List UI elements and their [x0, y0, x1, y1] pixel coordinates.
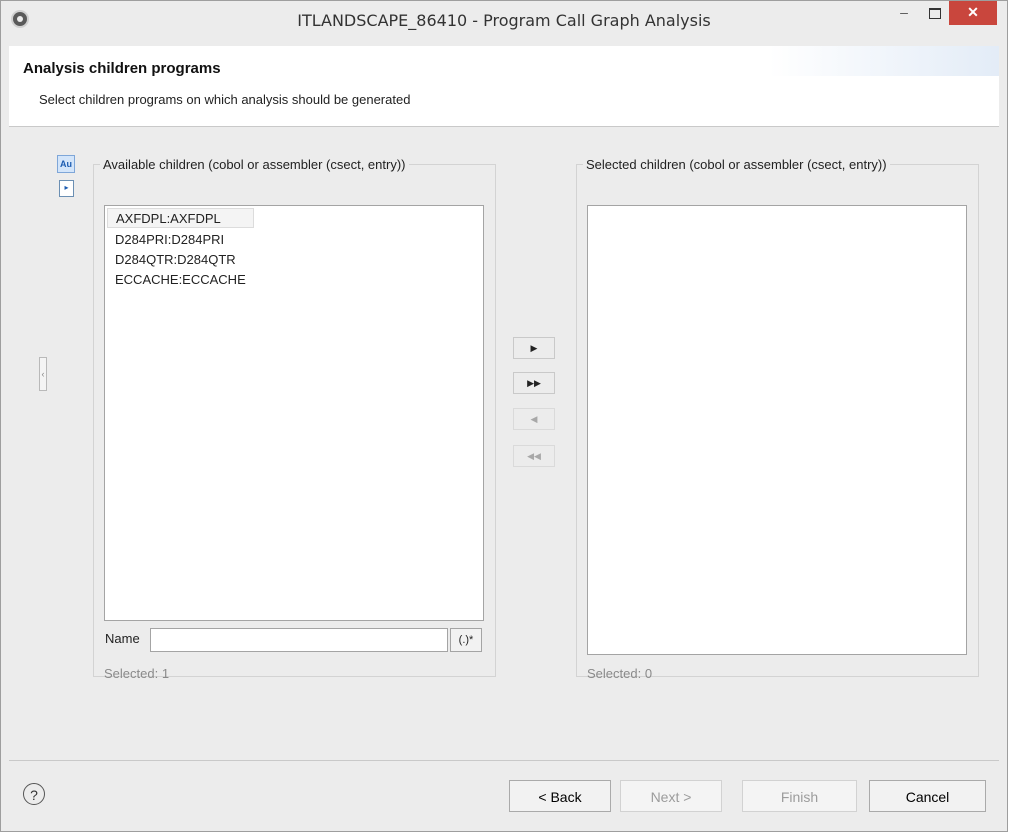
window-title: ITLANDSCAPE_86410 - Program Call Graph A… [297, 11, 711, 30]
maximize-button[interactable] [921, 1, 949, 25]
name-filter-input[interactable] [150, 628, 448, 652]
finish-button[interactable]: Finish [742, 780, 857, 812]
wizard-header: Analysis children programs Select childr… [9, 46, 999, 127]
regex-toggle-button[interactable]: (.)* [450, 628, 482, 652]
available-children-list[interactable]: AXFDPL:AXFDPL D284PRI:D284PRI D284QTR:D2… [104, 205, 484, 621]
header-banner-decoration [769, 46, 999, 76]
show-details-icon[interactable]: ▸ [59, 180, 74, 197]
title-bar: ITLANDSCAPE_86410 - Program Call Graph A… [1, 1, 1007, 39]
selected-children-list[interactable] [587, 205, 967, 655]
collapse-handle[interactable]: ‹ [39, 357, 47, 391]
back-button[interactable]: < Back [509, 780, 611, 812]
selected-children-group: Selected children (cobol or assembler (c… [576, 157, 979, 681]
minimize-button[interactable]: – [890, 1, 918, 25]
cancel-button[interactable]: Cancel [869, 780, 986, 812]
add-all-button[interactable]: ▶▶ [513, 372, 555, 394]
available-children-legend: Available children (cobol or assembler (… [103, 157, 406, 172]
maximize-icon [929, 7, 941, 19]
available-children-group: Available children (cobol or assembler (… [93, 157, 496, 681]
sort-alphabetically-icon[interactable]: Au [57, 155, 75, 173]
remove-all-button[interactable]: ◀◀ [513, 445, 555, 467]
available-selected-count: Selected: 1 [104, 666, 170, 681]
page-title: Analysis children programs [23, 60, 221, 77]
list-item[interactable]: D284QTR:D284QTR [107, 250, 483, 270]
selected-children-legend: Selected children (cobol or assembler (c… [586, 157, 887, 172]
help-icon[interactable]: ? [23, 783, 45, 805]
next-button[interactable]: Next > [620, 780, 722, 812]
dialog-window: ITLANDSCAPE_86410 - Program Call Graph A… [0, 0, 1008, 832]
selected-selected-count: Selected: 0 [587, 666, 653, 681]
wizard-footer: ? < Back Next > Finish Cancel [9, 761, 999, 823]
list-item[interactable]: ECCACHE:ECCACHE [107, 270, 483, 290]
page-description: Select children programs on which analys… [39, 92, 411, 107]
add-selected-button[interactable]: ▶ [513, 337, 555, 359]
remove-selected-button[interactable]: ◀ [513, 408, 555, 430]
wizard-content: Au ▸ ‹ Available children (cobol or asse… [9, 127, 999, 759]
name-filter-label: Name [105, 631, 140, 646]
close-button[interactable]: ✕ [949, 1, 997, 25]
list-item[interactable]: D284PRI:D284PRI [107, 230, 483, 250]
list-item[interactable]: AXFDPL:AXFDPL [107, 208, 254, 228]
